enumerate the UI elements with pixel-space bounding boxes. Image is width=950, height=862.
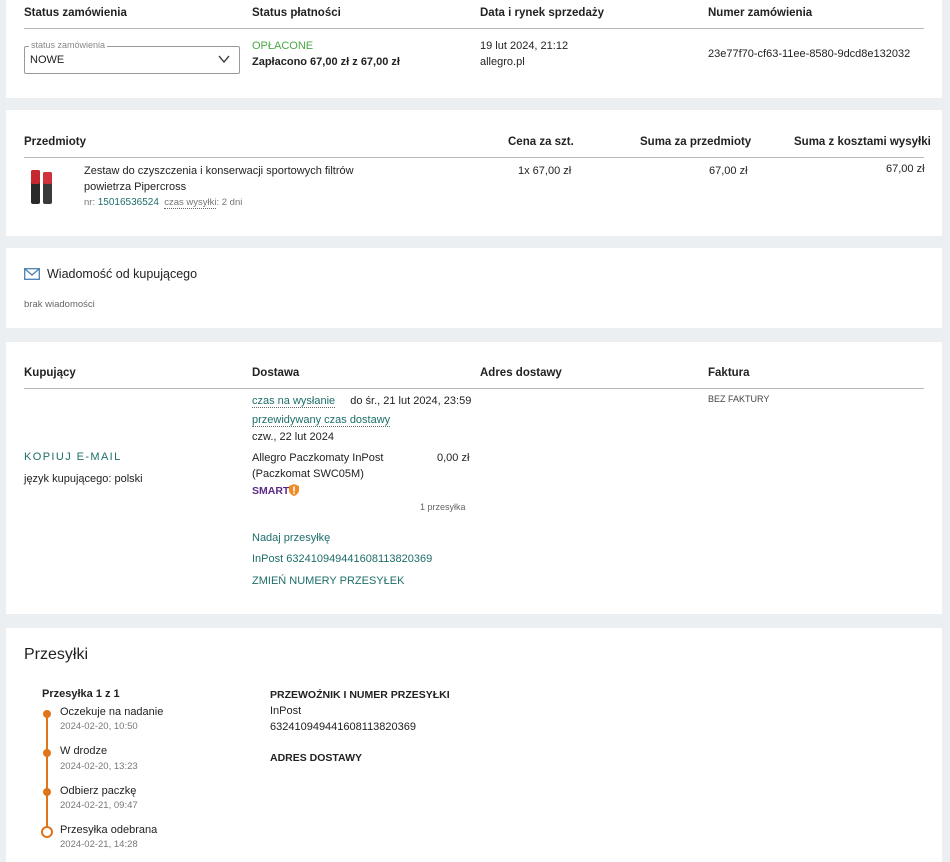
timeline-status: Oczekuje na nadanie	[60, 706, 164, 718]
send-time: czas na wysłanie do śr., 21 lut 2024, 23…	[252, 395, 472, 408]
send-time-value: do śr., 21 lut 2024, 23:59	[350, 395, 472, 407]
buyer-message-title: Wiadomość od kupującego	[47, 267, 198, 281]
items-divider	[24, 157, 924, 158]
timeline-dot	[43, 788, 51, 796]
item-total: 67,00 zł	[886, 163, 925, 175]
item-items-sum: 67,00 zł	[709, 165, 748, 177]
delivery-method-price: 0,00 zł	[437, 452, 470, 464]
packages-count: 1 przesyłka	[420, 502, 466, 512]
buyer-message-card: Wiadomość od kupującego brak wiadomości	[6, 248, 942, 328]
timeline-time: 2024-02-20, 10:50	[60, 721, 138, 732]
envelope-icon	[24, 268, 40, 280]
order-date: 19 lut 2024, 21:12	[480, 40, 569, 52]
col-header-items: Przedmioty	[24, 136, 86, 148]
col-header-date-market: Data i rynek sprzedaży	[480, 7, 605, 19]
item-meta: nr: 15016536524 czas wysyłki: 2 dni	[84, 197, 243, 209]
order-number: 23e77f70-cf63-11ee-8580-9dcd8e132032	[708, 48, 911, 60]
item-shipping-time-label[interactable]: czas wysyłki	[164, 197, 217, 209]
order-status-card: Status zamówienia Status płatności Data …	[6, 0, 942, 98]
order-status-select-value: NOWE	[30, 54, 65, 66]
col-header-order-status: Status zamówienia	[24, 7, 127, 19]
send-package-link[interactable]: Nadaj przesyłkę	[252, 532, 330, 544]
send-time-label[interactable]: czas na wysłanie	[252, 395, 336, 408]
col-header-delivery: Dostawa	[252, 367, 300, 379]
col-header-buyer: Kupujący	[24, 367, 76, 379]
smart-shield-icon	[289, 484, 300, 496]
timeline-dot-current	[41, 826, 53, 838]
invoice-status: BEZ FAKTURY	[708, 394, 770, 404]
col-header-total-shipping: Suma z kosztami wysyłki	[794, 136, 931, 148]
expected-delivery-value: czw., 22 lut 2024	[252, 431, 334, 443]
order-status-select[interactable]: status zamówienia NOWE	[24, 40, 240, 74]
col-header-invoice: Faktura	[708, 367, 750, 379]
copy-email-button[interactable]: KOPIUJ E-MAIL	[24, 451, 122, 463]
details-card: Kupujący Dostawa Adres dostawy Faktura K…	[6, 342, 942, 614]
item-title-line1[interactable]: Zestaw do czyszczenia i konserwacji spor…	[84, 165, 354, 177]
col-header-unit-price: Cena za szt.	[508, 136, 574, 148]
carrier-tracking-number: 632410949441608113820369	[270, 721, 417, 733]
delivery-method-line1: Allegro Paczkomaty InPost	[252, 452, 384, 464]
payment-status-badge: OPŁACONE	[252, 40, 314, 52]
change-tracking-numbers-button[interactable]: ZMIEŃ NUMERY PRZESYŁEK	[252, 575, 404, 587]
package-label: Przesyłka 1 z 1	[42, 688, 120, 700]
carrier-header: PRZEWOŹNIK I NUMER PRZESYŁKI	[270, 689, 450, 701]
product-thumbnail[interactable]	[30, 168, 54, 206]
buyer-message-body: brak wiadomości	[24, 299, 95, 310]
tracking-link[interactable]: InPost 632410949441608113820369	[252, 553, 432, 565]
item-unit-price: 1x 67,00 zł	[518, 165, 572, 177]
item-title-line2[interactable]: powietrza Pipercross	[84, 181, 186, 193]
timeline-status: Odbierz paczkę	[60, 785, 137, 797]
item-shipping-time-value: : 2 dni	[216, 197, 243, 208]
item-nr-link[interactable]: 15016536524	[98, 197, 159, 208]
timeline-dot	[43, 749, 51, 757]
col-header-items-sum: Suma za przedmioty	[640, 136, 752, 148]
col-header-order-number: Numer zamówienia	[708, 7, 813, 19]
shipments-title: Przesyłki	[24, 646, 89, 663]
item-nr-label: nr:	[84, 197, 96, 208]
timeline-time: 2024-02-20, 13:23	[60, 761, 138, 772]
header-divider	[24, 28, 924, 29]
expected-delivery-label[interactable]: przewidywany czas dostawy	[252, 414, 391, 427]
timeline-dot	[43, 710, 51, 718]
col-header-address: Adres dostawy	[480, 367, 562, 379]
shipments-card: Przesyłki Przesyłka 1 z 1 Oczekuje na na…	[6, 628, 942, 862]
order-market: allegro.pl	[480, 56, 525, 68]
carrier-name: InPost	[270, 705, 302, 717]
chevron-down-icon	[218, 55, 230, 64]
shipment-address-header: ADRES DOSTAWY	[270, 752, 362, 764]
timeline-time: 2024-02-21, 14:28	[60, 839, 138, 850]
timeline-time: 2024-02-21, 09:47	[60, 800, 138, 811]
timeline-line	[46, 714, 48, 831]
col-header-payment-status: Status płatności	[252, 7, 341, 19]
timeline-status: Przesyłka odebrana	[60, 824, 158, 836]
smart-badge: SMART	[252, 484, 300, 497]
smart-badge-label: SMART	[252, 485, 290, 497]
buyer-language: język kupującego: polski	[24, 473, 143, 485]
details-divider	[24, 388, 924, 389]
delivery-method-line2: (Paczkomat SWC05M)	[252, 468, 364, 480]
order-status-select-legend: status zamówienia	[29, 40, 108, 50]
timeline-status: W drodze	[60, 745, 108, 757]
payment-amount: Zapłacono 67,00 zł z 67,00 zł	[252, 56, 400, 68]
